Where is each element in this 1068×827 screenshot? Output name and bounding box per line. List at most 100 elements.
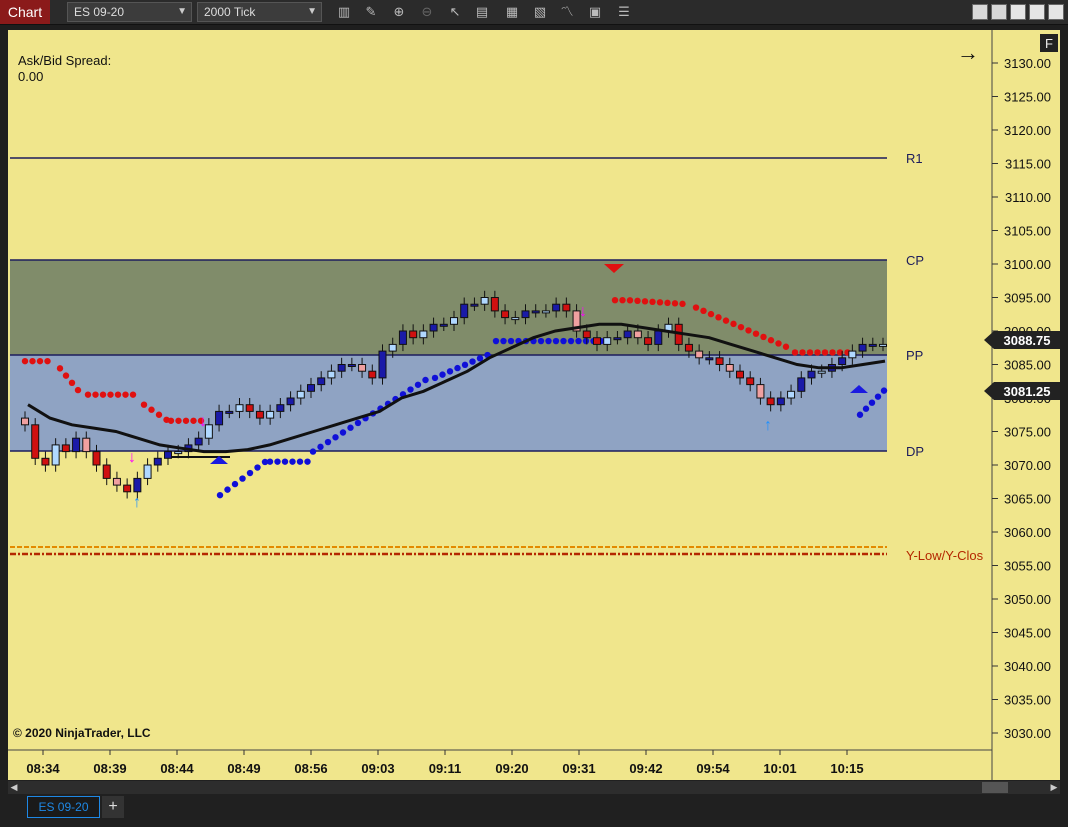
draw-tool-icon[interactable]: ✎ — [362, 3, 380, 21]
data-box-icon[interactable]: ▣ — [586, 3, 604, 21]
down-arrow-icon: ↓ — [128, 449, 136, 466]
copyright-text: © 2020 NinjaTrader, LLC — [13, 726, 151, 740]
red-stop-dot — [92, 391, 99, 398]
candle-body — [531, 310, 540, 314]
time-axis[interactable]: 08:34 08:39 08:44 08:49 08:56 09:03 09:11 09:20… — [26, 750, 864, 776]
red-stop-dot — [29, 357, 36, 365]
candle-body — [582, 330, 591, 339]
close-button[interactable] — [1048, 4, 1064, 20]
candle-body — [807, 370, 816, 379]
price-chart[interactable]: ↓ ↓ ↓ ↑ ↑ 3130.00 3125.00 3120.00 3115.00 31… — [8, 30, 1060, 780]
red-stop-dot — [799, 349, 806, 356]
candle-body — [797, 377, 806, 392]
candle-body — [123, 484, 132, 493]
price-tick-label: 3040.00 — [1004, 659, 1051, 674]
indicators-icon[interactable]: ▧ — [531, 3, 549, 21]
blue-stop-dot — [317, 443, 324, 451]
candle-body — [21, 417, 29, 426]
candle-body — [858, 343, 867, 352]
candle-body — [235, 404, 244, 412]
horizontal-scrollbar[interactable]: ◀ ▶ — [8, 781, 1060, 794]
red-stop-dot — [767, 337, 775, 344]
candle-body — [368, 370, 377, 379]
red-stop-dot — [611, 296, 619, 304]
blue-stop-dot — [407, 386, 414, 393]
red-stop-dot — [745, 327, 752, 334]
instrument-selector[interactable]: ES 09-20 ▼ — [67, 2, 192, 22]
candle-body — [490, 297, 499, 312]
blue-stop-dot — [537, 337, 545, 345]
candle-body — [501, 310, 510, 319]
candle-body — [776, 397, 785, 406]
blue-stop-dot — [246, 469, 254, 477]
red-stop-dot — [707, 310, 715, 318]
candle-body — [409, 330, 418, 339]
price-tick-label: 3130.00 — [1004, 56, 1051, 71]
templates-icon[interactable]: ▦ — [503, 3, 521, 21]
interval-selector[interactable]: 2000 Tick ▼ — [197, 2, 322, 22]
blue-stop-dot — [507, 337, 515, 345]
candle-body — [684, 343, 693, 352]
price-tick-label: 3055.00 — [1004, 559, 1051, 574]
maximize-button[interactable] — [1029, 4, 1045, 20]
arrow-right-icon[interactable]: → — [957, 40, 979, 65]
candle-body — [603, 337, 612, 345]
candle-body — [378, 350, 387, 379]
candle-body — [102, 464, 111, 479]
candle-body — [470, 303, 479, 307]
blue-stop-dot — [304, 458, 311, 465]
instrument-value: ES 09-20 — [74, 5, 125, 19]
blue-stop-dot — [422, 376, 429, 384]
scroll-thumb[interactable] — [982, 782, 1008, 793]
red-stop-dot — [99, 391, 107, 398]
chart-menu-button[interactable]: Chart — [0, 0, 50, 24]
pointer-icon[interactable]: ↖ — [446, 3, 464, 21]
candle-body — [388, 343, 397, 352]
scroll-left-icon[interactable]: ◀ — [8, 781, 20, 794]
candle-body — [868, 343, 877, 347]
candle-body — [245, 404, 254, 412]
properties-icon[interactable]: ▤ — [473, 3, 491, 21]
blue-stop-dot — [296, 458, 304, 465]
candle-body — [174, 451, 183, 455]
add-tab-button[interactable]: + — [102, 796, 124, 818]
time-tick-label: 10:01 — [763, 761, 796, 776]
blue-stop-dot — [492, 337, 500, 345]
zoom-out-icon[interactable]: ⊖ — [418, 3, 436, 21]
red-stop-dot — [791, 349, 799, 356]
candle-body — [715, 357, 724, 365]
attach-icon[interactable]: ☰ — [615, 3, 633, 21]
time-tick-label: 09:42 — [629, 761, 662, 776]
window-option-button[interactable] — [991, 4, 1007, 20]
tab-es-09-20[interactable]: ES 09-20 — [27, 796, 100, 818]
interval-value: 2000 Tick — [204, 5, 256, 19]
red-stop-dot — [148, 406, 155, 413]
blue-stop-dot — [339, 429, 347, 436]
ylow-label: Y-Low/Y-Clos — [906, 548, 984, 563]
price-tick-label: 3060.00 — [1004, 525, 1051, 540]
candle-body — [848, 350, 857, 359]
red-stop-dot — [56, 365, 64, 372]
candle-body — [153, 457, 162, 466]
candle-body — [286, 397, 295, 406]
candle-body — [194, 437, 203, 446]
spread-value: 0.00 — [18, 69, 43, 84]
red-stop-dot — [715, 314, 722, 321]
bar-type-icon[interactable]: ▥ — [335, 3, 353, 21]
blue-stop-dot — [880, 387, 888, 394]
strategies-icon[interactable]: 〽 — [558, 3, 576, 21]
minimize-button[interactable] — [1010, 4, 1026, 20]
window-option-button[interactable] — [972, 4, 988, 20]
time-tick-label: 08:39 — [93, 761, 126, 776]
red-stop-dot — [730, 320, 737, 328]
scroll-right-icon[interactable]: ▶ — [1048, 781, 1060, 794]
last-price-label: 3088.75 — [1004, 333, 1051, 348]
candle-body — [787, 390, 796, 399]
red-stop-dot — [62, 372, 70, 379]
blue-stop-dot — [354, 419, 362, 427]
candle-body — [296, 390, 305, 399]
candle-body — [164, 451, 172, 459]
candle-body — [541, 310, 550, 314]
zoom-in-icon[interactable]: ⊕ — [390, 3, 408, 21]
chart-panel[interactable]: ↓ ↓ ↓ ↑ ↑ 3130.00 3125.00 3120.00 3115.00 31… — [8, 30, 1060, 780]
